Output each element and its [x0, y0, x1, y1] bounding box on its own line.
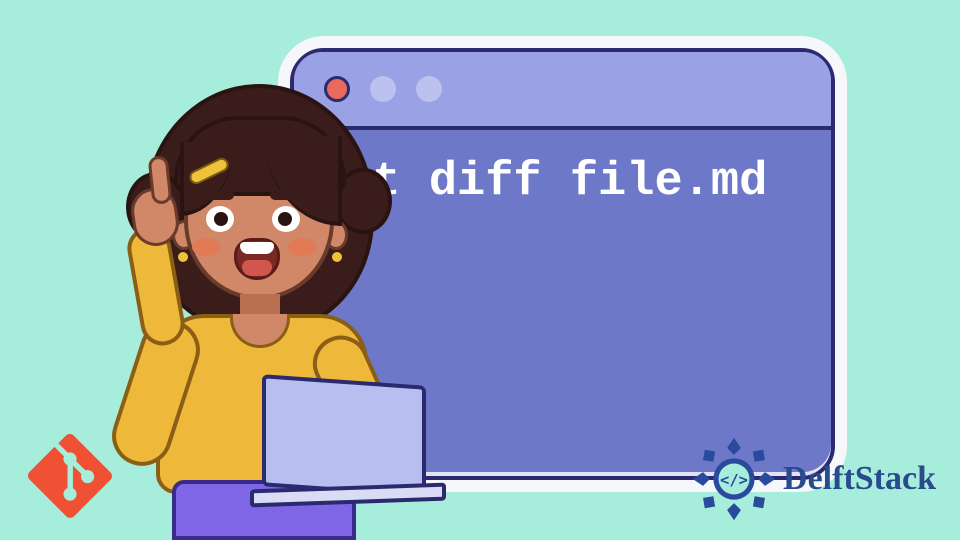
- delft-icon: </>: [691, 436, 777, 522]
- laptop-icon: [262, 380, 462, 508]
- git-icon: [28, 434, 112, 518]
- person-illustration: [92, 78, 432, 528]
- delftstack-logo: </> DelftStack: [691, 436, 936, 522]
- brand-name: DelftStack: [783, 460, 936, 498]
- svg-text:</>: </>: [720, 471, 748, 489]
